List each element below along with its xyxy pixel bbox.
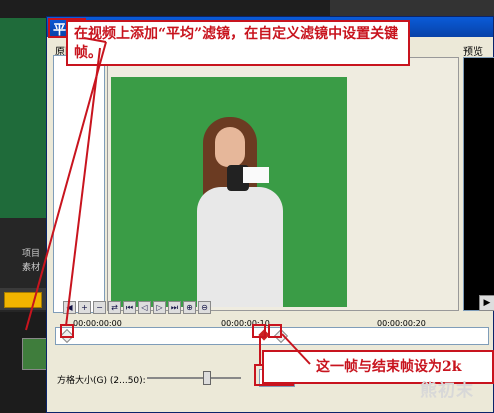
annotation-lines	[25, 37, 311, 365]
watermark: 熊初末	[420, 381, 474, 401]
